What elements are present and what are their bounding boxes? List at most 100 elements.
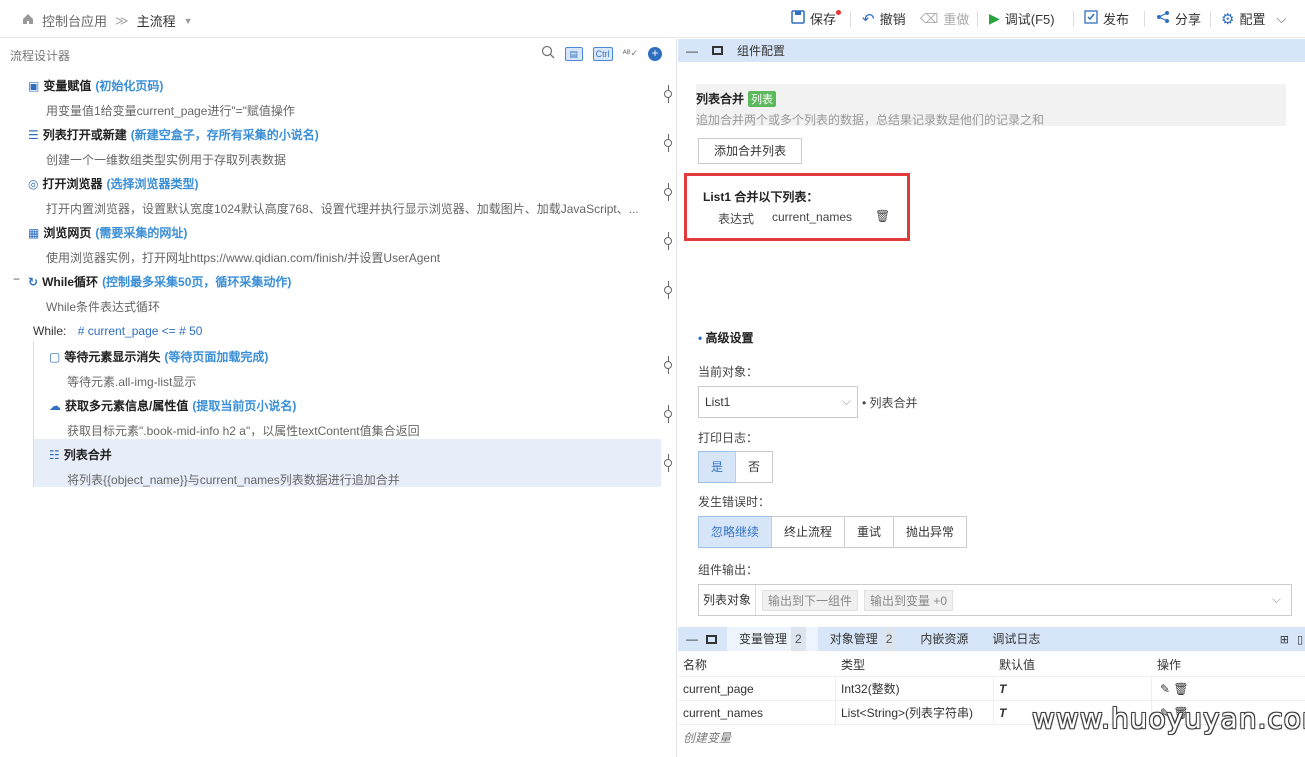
home-icon[interactable] bbox=[22, 13, 34, 28]
expression-value[interactable]: current_names bbox=[772, 210, 852, 224]
bottom-panel-header: — 变量管理 2 对象管理 2 内嵌资源 调试日志 ⊞ ▯ bbox=[678, 627, 1305, 651]
advanced-label: 高级设置 bbox=[705, 331, 754, 345]
col-actions: 操作 bbox=[1157, 658, 1182, 672]
variable-table-header: 名称 类型 默认值 操作 bbox=[678, 653, 1305, 677]
play-icon: ▶ bbox=[989, 10, 1000, 26]
edit-icon[interactable]: ✎ bbox=[1160, 682, 1170, 696]
variable-assign-icon: ▣ bbox=[28, 78, 40, 93]
search-icon[interactable] bbox=[541, 45, 555, 62]
debug-button[interactable]: ▶ 调试(F5) bbox=[989, 9, 1055, 28]
undo-button[interactable]: ↶ 撤销 bbox=[862, 9, 906, 28]
flow-node-list-open[interactable]: ☰ 列表打开或新建 (新建空盒子，存所有采集的小说名) 创建一个一维数组类型实例用于… bbox=[28, 126, 319, 168]
flow-node-browse-page[interactable]: ▦ 浏览网页 (需要采集的网址) 使用浏览器实例，打开网址https://www.q… bbox=[28, 224, 440, 266]
node-subtitle: (提取当前页小说名) bbox=[192, 399, 297, 413]
spellcheck-icon[interactable]: ᴬᴮ✓ bbox=[623, 48, 638, 59]
flow-node-open-browser[interactable]: ◎ 打开浏览器 (选择浏览器类型) 打开内置浏览器，设置默认宽度1024默认高度76… bbox=[28, 175, 639, 217]
chevron-down-icon: ⌵ bbox=[1276, 10, 1287, 26]
breadcrumb-app[interactable]: 控制台应用 bbox=[42, 11, 107, 30]
collapse-icon[interactable]: − bbox=[13, 272, 20, 286]
log-yes-option[interactable]: 是 bbox=[698, 451, 737, 483]
config-button[interactable]: ⚙ 配置 ⌵ bbox=[1221, 9, 1286, 28]
connector-dot[interactable] bbox=[664, 405, 672, 423]
table-row[interactable]: current_page Int32(整数) T ✎ 🗑 bbox=[678, 677, 1305, 701]
trash-icon[interactable]: 🗑 bbox=[1173, 682, 1188, 696]
var-type: Int32(整数) bbox=[836, 677, 994, 700]
elements-icon: ☁ bbox=[49, 398, 61, 413]
var-default[interactable]: T bbox=[994, 677, 1152, 700]
minimize-icon[interactable]: — bbox=[686, 44, 698, 58]
flow-node-while[interactable]: ↻ While循环 (控制最多采集50页，循环采集动作) While条件表达式循环 bbox=[28, 273, 291, 315]
log-no-option[interactable]: 否 bbox=[735, 451, 774, 483]
tab-count: 2 bbox=[881, 627, 897, 651]
undo-icon: ↶ bbox=[862, 10, 875, 28]
publish-button[interactable]: 发布 bbox=[1084, 9, 1129, 28]
var-name: current_page bbox=[678, 677, 836, 700]
debug-label: 调试(F5) bbox=[1004, 12, 1055, 27]
component-info-card: 列表合并 列表 追加合并两个或多个列表的数据，总结果记录数是他们的记录之和 bbox=[696, 84, 1286, 127]
publish-label: 发布 bbox=[1103, 12, 1130, 27]
tab-label: 调试日志 bbox=[992, 632, 1041, 646]
error-ignore-option[interactable]: 忽略继续 bbox=[698, 516, 773, 548]
node-title: 浏览网页 bbox=[43, 226, 92, 240]
on-error-label: 发生错误时： bbox=[698, 495, 771, 509]
node-desc: While条件表达式循环 bbox=[46, 300, 161, 314]
output-next-tag[interactable]: 输出到下一组件 bbox=[762, 589, 859, 611]
watermark: www.huoyuyan.com bbox=[1032, 702, 1305, 735]
component-output-label: 组件输出： bbox=[698, 563, 759, 577]
while-label: While: bbox=[33, 324, 67, 338]
flow-node-wait-element[interactable]: ▢ 等待元素显示消失 (等待页面加载完成) 等待元素.all-img-list显示 bbox=[49, 348, 268, 390]
node-title: 打开浏览器 bbox=[42, 177, 103, 191]
print-log-label: 打印日志： bbox=[698, 431, 759, 445]
current-object-select[interactable]: List1 ⌵ bbox=[698, 386, 858, 418]
add-icon[interactable]: + bbox=[648, 46, 662, 61]
redo-button[interactable]: ⌫ 重做 bbox=[920, 9, 969, 28]
breadcrumb-flow[interactable]: 主流程 bbox=[137, 11, 176, 30]
restore-icon[interactable] bbox=[706, 634, 717, 644]
create-variable-link[interactable]: 创建变量 bbox=[683, 729, 731, 746]
tab-debug-log[interactable]: 调试日志 bbox=[980, 627, 1052, 651]
share-button[interactable]: 分享 bbox=[1156, 9, 1201, 28]
connector-dot[interactable] bbox=[664, 356, 672, 374]
node-desc: 打开内置浏览器，设置默认宽度1024默认高度768、设置代理并执行显示浏览器、加… bbox=[46, 202, 639, 216]
tab-objects[interactable]: 对象管理 2 bbox=[818, 627, 909, 651]
error-retry-option[interactable]: 重试 bbox=[844, 516, 895, 548]
tab-resources[interactable]: 内嵌资源 bbox=[908, 627, 980, 651]
connector-dot[interactable] bbox=[664, 134, 672, 152]
node-desc: 等待元素.all-img-list显示 bbox=[67, 375, 197, 389]
config-title: 组件配置 bbox=[737, 44, 786, 58]
flow-node-assign[interactable]: ▣ 变量赋值 (初始化页码) 用变量值1给变量current_page进行"="赋值… bbox=[28, 77, 295, 119]
component-title: 列表合并 bbox=[696, 92, 745, 106]
add-merge-list-button[interactable]: 添加合并列表 bbox=[698, 138, 802, 164]
chevron-down-icon: ⌵ bbox=[841, 394, 851, 408]
connector-dot[interactable] bbox=[664, 281, 672, 299]
publish-icon bbox=[1084, 10, 1098, 27]
windows-icon[interactable]: ⊞ bbox=[1280, 633, 1289, 646]
error-throw-option[interactable]: 抛出异常 bbox=[893, 516, 968, 548]
layout-icon[interactable]: ▤ bbox=[564, 46, 583, 61]
on-error-options: 忽略继续 终止流程 重试 抛出异常 bbox=[698, 516, 968, 548]
while-expression[interactable]: # current_page <= # 50 bbox=[78, 324, 203, 338]
tab-variables[interactable]: 变量管理 2 bbox=[727, 627, 818, 651]
device-icon[interactable]: ▯ bbox=[1297, 633, 1303, 646]
output-variable-tag[interactable]: 输出到变量 +0 bbox=[864, 589, 954, 611]
connector-dot[interactable] bbox=[664, 454, 672, 472]
trash-icon[interactable]: 🗑 bbox=[875, 209, 890, 223]
flow-node-get-elements[interactable]: ☁ 获取多元素信息/属性值 (提取当前页小说名) 获取目标元素".book-mid-… bbox=[49, 397, 420, 439]
designer-tools: ▤ Ctrl ᴬᴮ✓ + bbox=[541, 45, 662, 62]
caret-down-icon[interactable]: ▼ bbox=[184, 16, 193, 26]
minimize-icon[interactable]: — bbox=[678, 632, 706, 646]
error-stop-option[interactable]: 终止流程 bbox=[771, 516, 846, 548]
restore-icon[interactable] bbox=[712, 46, 723, 55]
node-desc: 用变量值1给变量current_page进行"="赋值操作 bbox=[46, 104, 295, 118]
node-desc: 将列表{{object_name}}与current_names列表数据进行追加… bbox=[67, 473, 400, 487]
loop-icon: ↻ bbox=[28, 274, 39, 289]
ctrl-toggle[interactable]: Ctrl bbox=[592, 46, 613, 61]
node-desc: 创建一个一维数组类型实例用于存取列表数据 bbox=[46, 153, 287, 167]
chevron-down-icon: ⌵ bbox=[1271, 592, 1281, 606]
connector-dot[interactable] bbox=[664, 232, 672, 250]
connector-dot[interactable] bbox=[664, 183, 672, 201]
save-button[interactable]: 保存 bbox=[791, 9, 842, 28]
output-field[interactable]: 列表对象 输出到下一组件 输出到变量 +0 ⌵ bbox=[698, 584, 1292, 616]
connector-dot[interactable] bbox=[664, 85, 672, 103]
flow-node-list-merge[interactable]: ☷ 列表合并 将列表{{object_name}}与current_names列表… bbox=[49, 446, 400, 488]
